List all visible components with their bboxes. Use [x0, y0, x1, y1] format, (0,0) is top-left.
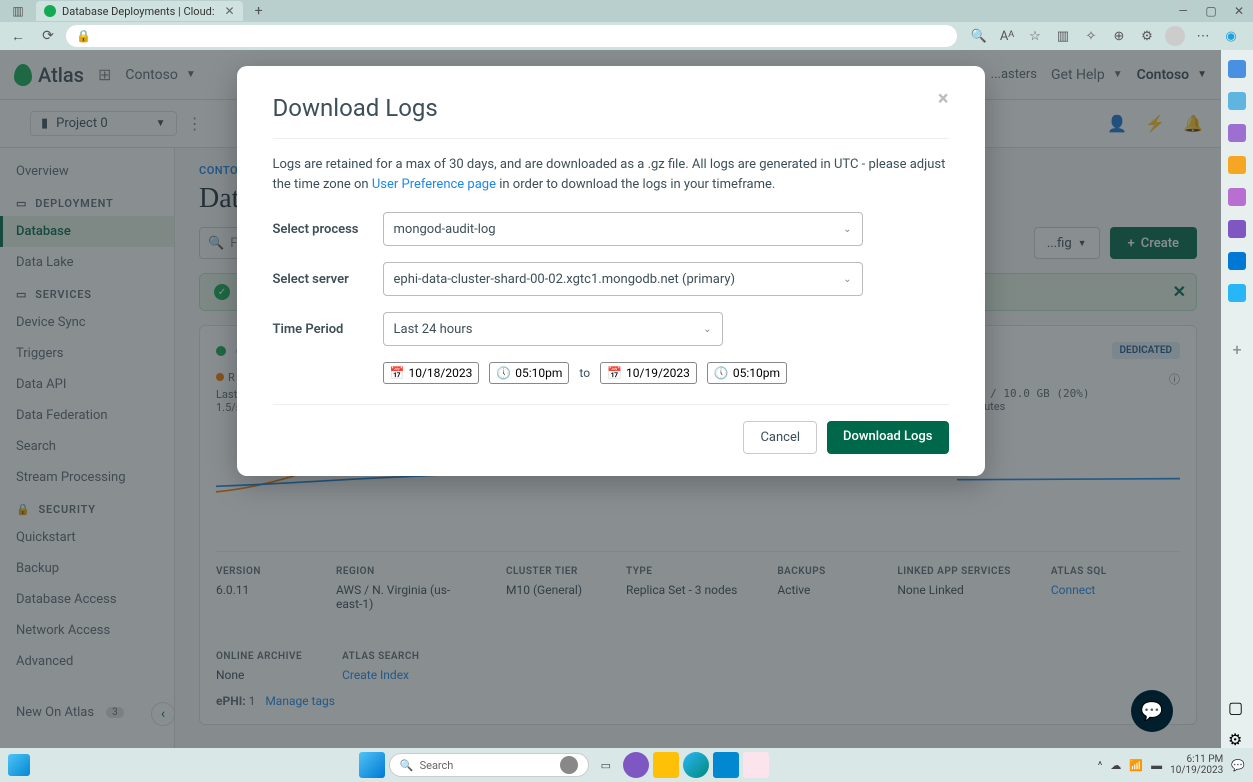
search-edge-icon[interactable] [1228, 92, 1246, 110]
date-to-value: 10/19/2023 [626, 366, 690, 380]
shopping-icon[interactable] [1228, 156, 1246, 174]
calendar-icon: 📅 [390, 366, 405, 380]
url-input[interactable]: 🔒 [66, 25, 957, 47]
taskbar-search[interactable]: 🔍 Search [389, 753, 589, 777]
favorite-icon[interactable]: ☆ [1025, 26, 1045, 46]
search-avatar [560, 756, 578, 774]
minimize-icon[interactable]: — [1169, 0, 1197, 22]
process-row: Select process mongod-audit-log ⌄ [273, 212, 949, 246]
modal-description: Logs are retained for a max of 30 days, … [273, 155, 949, 194]
datetime-row: 📅10/18/2023 🕔05:10pm to 📅10/19/2023 🕔05:… [383, 362, 949, 384]
browser-tab[interactable]: Database Deployments | Cloud: ✕ [36, 1, 243, 21]
tab-overview-icon[interactable]: ▥ [4, 0, 32, 22]
people-icon[interactable] [1228, 188, 1246, 206]
maximize-icon[interactable]: ▢ [1197, 0, 1225, 22]
cancel-button[interactable]: Cancel [743, 421, 817, 454]
send-icon[interactable] [1228, 284, 1246, 302]
time-to-input[interactable]: 🕔 05:10pm [707, 362, 787, 384]
snip-icon[interactable] [743, 752, 769, 778]
notifications-icon[interactable]: 💬 [1231, 759, 1245, 772]
address-bar: ← ⟳ 🔒 🔍 Aᴬ ☆ ▥ ✧ ⊕ ⚙ ⋯ ◉ [0, 22, 1253, 50]
settings-edge-icon[interactable]: ⚙ [1228, 730, 1246, 748]
time-to-value: 05:10pm [733, 366, 780, 380]
edge-sidebar: + ▢ ⚙ [1221, 50, 1253, 748]
tab-title: Database Deployments | Cloud: [62, 5, 215, 18]
period-label: Time Period [273, 322, 383, 337]
download-logs-button[interactable]: Download Logs [827, 421, 948, 454]
server-label: Select server [273, 272, 383, 287]
close-window-icon[interactable]: ✕ [1225, 0, 1253, 22]
period-row: Time Period Last 24 hours ⌄ [273, 312, 949, 346]
chevron-up-icon[interactable]: ^ [1098, 759, 1103, 772]
office-icon[interactable] [1228, 220, 1246, 238]
new-tab-button[interactable]: + [249, 3, 269, 19]
server-value: ephi-data-cluster-shard-00-02.xgtc1.mong… [394, 272, 736, 287]
clock-icon: 🕔 [496, 366, 511, 380]
period-value: Last 24 hours [394, 322, 473, 337]
server-row: Select server ephi-data-cluster-shard-00… [273, 262, 949, 296]
battery-icon[interactable]: ▬ [1151, 759, 1162, 772]
cloud-icon[interactable]: ☁ [1110, 759, 1121, 772]
extensions-icon[interactable]: ⚙ [1137, 26, 1157, 46]
favorites-icon[interactable]: ✧ [1081, 26, 1101, 46]
read-aloud-icon[interactable]: Aᴬ [997, 26, 1017, 46]
windows-taskbar: 🔍 Search ▭ ^ ☁ 📶 ▬ 6:11 PM 10/19/2023 💬 [0, 748, 1253, 782]
server-select[interactable]: ephi-data-cluster-shard-00-02.xgtc1.mong… [383, 262, 863, 296]
chat-taskbar-icon[interactable] [623, 752, 649, 778]
store-icon[interactable] [713, 752, 739, 778]
chevron-down-icon: ⌄ [843, 274, 851, 285]
copilot-icon[interactable]: ◉ [1221, 26, 1241, 46]
system-clock[interactable]: 6:11 PM 10/19/2023 [1170, 754, 1223, 776]
taskview-icon[interactable]: ▭ [593, 752, 619, 778]
profile-avatar[interactable] [1165, 26, 1185, 46]
widgets-icon[interactable] [8, 754, 30, 776]
refresh-icon[interactable]: ⟳ [36, 24, 60, 48]
add-edge-icon[interactable]: + [1228, 340, 1246, 358]
calendar-icon: 📅 [607, 366, 622, 380]
wifi-icon[interactable]: 📶 [1129, 759, 1143, 772]
chevron-down-icon: ⌄ [703, 324, 711, 335]
time-from-input[interactable]: 🕔 05:10pm [489, 362, 569, 384]
collections-icon[interactable]: ⊕ [1109, 26, 1129, 46]
clock-icon: 🕔 [714, 366, 729, 380]
date-to-input[interactable]: 📅 10/19/2023 [600, 362, 697, 384]
modal-close-icon[interactable]: × [938, 86, 949, 110]
user-pref-link[interactable]: User Preference page [372, 177, 496, 192]
date-from-value: 10/18/2023 [408, 366, 472, 380]
modal-title: Download Logs [273, 94, 949, 122]
edge-icon[interactable] [683, 752, 709, 778]
tab-bar: ▥ Database Deployments | Cloud: ✕ + — ▢ … [0, 0, 1253, 22]
close-tab-icon[interactable]: ✕ [225, 4, 235, 18]
process-label: Select process [273, 222, 383, 237]
mongodb-favicon [44, 5, 56, 17]
chat-icon[interactable] [1228, 60, 1246, 78]
start-icon[interactable] [359, 752, 385, 778]
more-icon[interactable]: ⋯ [1193, 26, 1213, 46]
date-value: 10/19/2023 [1170, 765, 1223, 776]
period-select[interactable]: Last 24 hours ⌄ [383, 312, 723, 346]
time-value: 6:11 PM [1170, 754, 1223, 765]
split-icon[interactable]: ▥ [1053, 26, 1073, 46]
chat-fab[interactable]: 💬 [1131, 690, 1173, 732]
taskbar-search-label: Search [420, 759, 454, 772]
process-value: mongod-audit-log [394, 222, 496, 237]
sidebar-toggle-icon[interactable]: ▢ [1228, 698, 1246, 716]
modal-overlay[interactable]: × Download Logs Logs are retained for a … [0, 50, 1221, 748]
time-from-value: 05:10pm [515, 366, 562, 380]
zoom-icon[interactable]: 🔍 [969, 26, 989, 46]
lock-icon: 🔒 [76, 29, 91, 43]
back-icon[interactable]: ← [6, 24, 30, 48]
process-select[interactable]: mongod-audit-log ⌄ [383, 212, 863, 246]
explorer-icon[interactable] [653, 752, 679, 778]
modal-footer: Cancel Download Logs [273, 404, 949, 454]
browser-chrome: ▥ Database Deployments | Cloud: ✕ + — ▢ … [0, 0, 1253, 50]
search-icon: 🔍 [400, 759, 414, 772]
download-logs-modal: × Download Logs Logs are retained for a … [237, 66, 985, 476]
to-label: to [579, 366, 590, 380]
chevron-down-icon: ⌄ [843, 224, 851, 235]
tag-icon[interactable] [1228, 124, 1246, 142]
atlas-app: Atlas ⊞ Contoso ▼ ...asters Get Help ▼ C… [0, 50, 1221, 748]
outlook-icon[interactable] [1228, 252, 1246, 270]
date-from-input[interactable]: 📅10/18/2023 [383, 362, 480, 384]
